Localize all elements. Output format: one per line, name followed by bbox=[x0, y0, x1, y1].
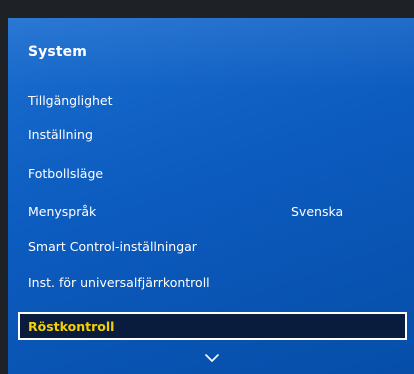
menu-item-voice-control[interactable]: Röstkontroll bbox=[18, 312, 407, 340]
chevron-down-icon[interactable] bbox=[205, 348, 219, 362]
menu-item-label: Fotbollsläge bbox=[28, 165, 104, 181]
menu-item-label: Menyspråk bbox=[28, 203, 97, 219]
menu-item-label: Röstkontroll bbox=[28, 318, 115, 334]
system-menu-panel: System Tillgänglighet Inställning Fotbol… bbox=[8, 18, 414, 374]
menu-item-setup[interactable]: Inställning bbox=[8, 116, 414, 152]
menu-item-label: Inst. för universalfjärrkontroll bbox=[28, 274, 210, 290]
menu-item-universal-remote-settings[interactable]: Inst. för universalfjärrkontroll bbox=[8, 264, 414, 300]
menu-language-value: Svenska bbox=[291, 203, 344, 219]
menu-item-label: Tillgänglighet bbox=[28, 92, 113, 108]
menu-item-smart-control-settings[interactable]: Smart Control-inställningar bbox=[8, 228, 414, 264]
menu-title: System bbox=[28, 44, 87, 60]
menu-item-menu-language[interactable]: Menyspråk Svenska bbox=[8, 193, 414, 229]
menu-item-label: Inställning bbox=[28, 126, 93, 142]
menu-item-football-mode[interactable]: Fotbollsläge bbox=[8, 155, 414, 191]
menu-item-accessibility[interactable]: Tillgänglighet bbox=[8, 82, 414, 118]
menu-item-label: Smart Control-inställningar bbox=[28, 238, 197, 254]
